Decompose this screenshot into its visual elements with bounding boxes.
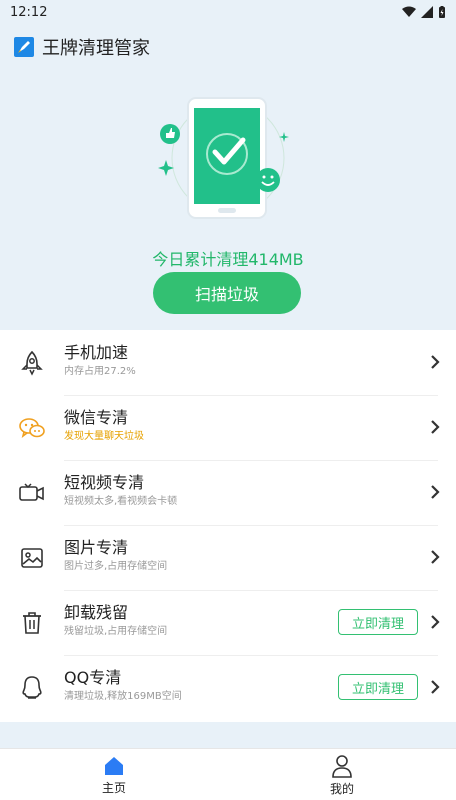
scan-junk-button[interactable]: 扫描垃圾 <box>153 272 301 314</box>
list-item-phone-boost[interactable]: 手机加速 内存占用27.2% <box>0 330 456 395</box>
feature-subtitle: 短视频太多,看视频会卡顿 <box>64 496 178 507</box>
feature-subtitle: 清理垃圾,释放169MB空间 <box>64 691 182 702</box>
status-bar: 12:12 <box>0 0 456 24</box>
chevron-right-icon <box>431 615 440 629</box>
wechat-icon <box>18 414 46 442</box>
feature-subtitle: 残留垃圾,占用存储空间 <box>64 626 168 637</box>
qq-icon <box>18 674 46 702</box>
feature-title: 微信专清 <box>64 408 129 427</box>
signal-icon <box>421 6 433 18</box>
status-icons <box>402 5 446 19</box>
chevron-right-icon <box>431 355 440 369</box>
list-item-image-clean[interactable]: 图片专清 图片过多,占用存储空间 <box>0 525 456 590</box>
nav-mine[interactable]: 我的 <box>228 749 456 800</box>
app-header: 王牌清理管家 <box>14 34 150 60</box>
nav-home[interactable]: 主页 <box>0 749 228 800</box>
nav-mine-label: 我的 <box>329 781 354 796</box>
list-item-uninstall-residue[interactable]: 卸载残留 残留垃圾,占用存储空间 立即清理 <box>0 590 456 655</box>
bottom-nav: 主页 我的 <box>0 748 456 800</box>
phone-check-illustration <box>158 97 289 219</box>
feature-title: 卸载残留 <box>64 603 129 622</box>
video-camera-icon <box>18 479 46 507</box>
trash-icon <box>18 609 46 637</box>
feature-subtitle: 内存占用27.2% <box>64 366 136 377</box>
home-icon <box>105 756 123 775</box>
feature-subtitle: 发现大量聊天垃圾 <box>64 431 144 442</box>
wifi-icon <box>402 6 416 17</box>
user-icon <box>332 754 352 778</box>
feature-title: 图片专清 <box>64 538 129 557</box>
feature-title: 短视频专清 <box>64 473 145 492</box>
chevron-right-icon <box>431 485 440 499</box>
app-title: 王牌清理管家 <box>42 38 150 59</box>
today-cleaned-text: 今日累计清理414MB <box>152 250 304 269</box>
chevron-right-icon <box>431 680 440 694</box>
clean-now-button[interactable]: 立即清理 <box>338 674 418 700</box>
chevron-right-icon <box>431 550 440 564</box>
battery-icon <box>439 5 445 18</box>
clean-now-button[interactable]: 立即清理 <box>338 609 418 635</box>
nav-home-label: 主页 <box>101 780 126 795</box>
image-icon <box>18 544 46 572</box>
list-item-wechat-clean[interactable]: 微信专清 发现大量聊天垃圾 <box>0 395 456 460</box>
feature-list: 手机加速 内存占用27.2% 微信专清 发现大量聊天垃圾 短视频专清 短视频太多… <box>0 330 456 722</box>
feature-subtitle: 图片过多,占用存储空间 <box>64 561 168 572</box>
list-item-qq-clean[interactable]: QQ专清 清理垃圾,释放169MB空间 立即清理 <box>0 655 456 720</box>
chevron-right-icon <box>431 420 440 434</box>
status-time: 12:12 <box>10 4 48 20</box>
feature-title: 手机加速 <box>64 343 129 362</box>
app-logo-icon <box>14 37 34 57</box>
feature-title: QQ专清 <box>64 668 122 687</box>
list-item-short-video-clean[interactable]: 短视频专清 短视频太多,看视频会卡顿 <box>0 460 456 525</box>
rocket-icon <box>18 349 46 377</box>
